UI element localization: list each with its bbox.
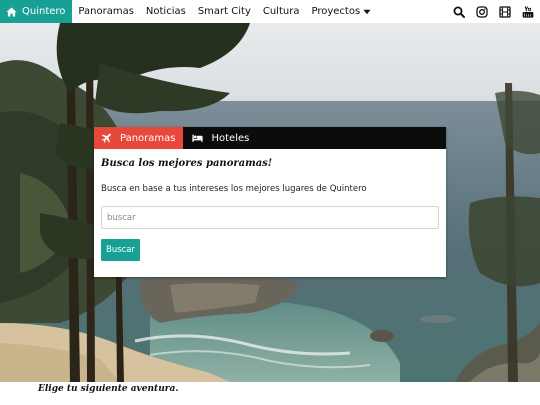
caret-down-icon	[363, 9, 371, 14]
nav-item-proyectos[interactable]: Proyectos	[305, 0, 377, 23]
panel-body: Busca los mejores panoramas! Busca en ba…	[94, 149, 446, 261]
search-input[interactable]	[101, 206, 439, 229]
nav-item-label: Cultura	[262, 6, 300, 17]
film-icon[interactable]	[499, 5, 511, 18]
nav-item-label: Proyectos	[311, 6, 361, 17]
search-icon[interactable]	[453, 6, 465, 18]
social-links	[453, 0, 540, 23]
panel-tabs: Panoramas Hoteles	[94, 127, 446, 149]
tagline: Elige tu siguiente aventura.	[38, 384, 179, 394]
nav-item-noticias[interactable]: Noticias	[140, 0, 192, 23]
nav-item-panoramas[interactable]: Panoramas	[72, 0, 139, 23]
top-navbar: Quintero Panoramas Noticias Smart City C…	[0, 0, 540, 23]
tab-label: Hoteles	[211, 132, 250, 144]
tab-hoteles[interactable]: Hoteles	[183, 127, 257, 149]
home-icon	[6, 6, 17, 17]
plane-icon	[101, 133, 111, 143]
tab-label: Panoramas	[120, 132, 176, 144]
nav-item-smart-city[interactable]: Smart City	[192, 0, 257, 23]
nav-item-label: Quintero	[22, 6, 66, 17]
search-button[interactable]: Buscar	[101, 239, 140, 261]
nav-item-label: Noticias	[145, 6, 186, 17]
panel-heading: Busca los mejores panoramas!	[101, 158, 273, 169]
nav-item-cultura[interactable]: Cultura	[257, 0, 306, 23]
tab-panoramas[interactable]: Panoramas	[94, 127, 184, 149]
youtube-icon[interactable]	[522, 5, 534, 18]
instagram-icon[interactable]	[476, 5, 488, 18]
search-panel: Panoramas Hoteles Busca los mejores pano…	[94, 127, 446, 277]
bed-icon	[192, 134, 204, 142]
panel-description: Busca en base a tus intereses los mejore…	[101, 184, 367, 194]
nav-item-label: Smart City	[197, 6, 251, 17]
nav-item-label: Panoramas	[78, 6, 134, 17]
nav-item-quintero[interactable]: Quintero	[0, 0, 73, 23]
